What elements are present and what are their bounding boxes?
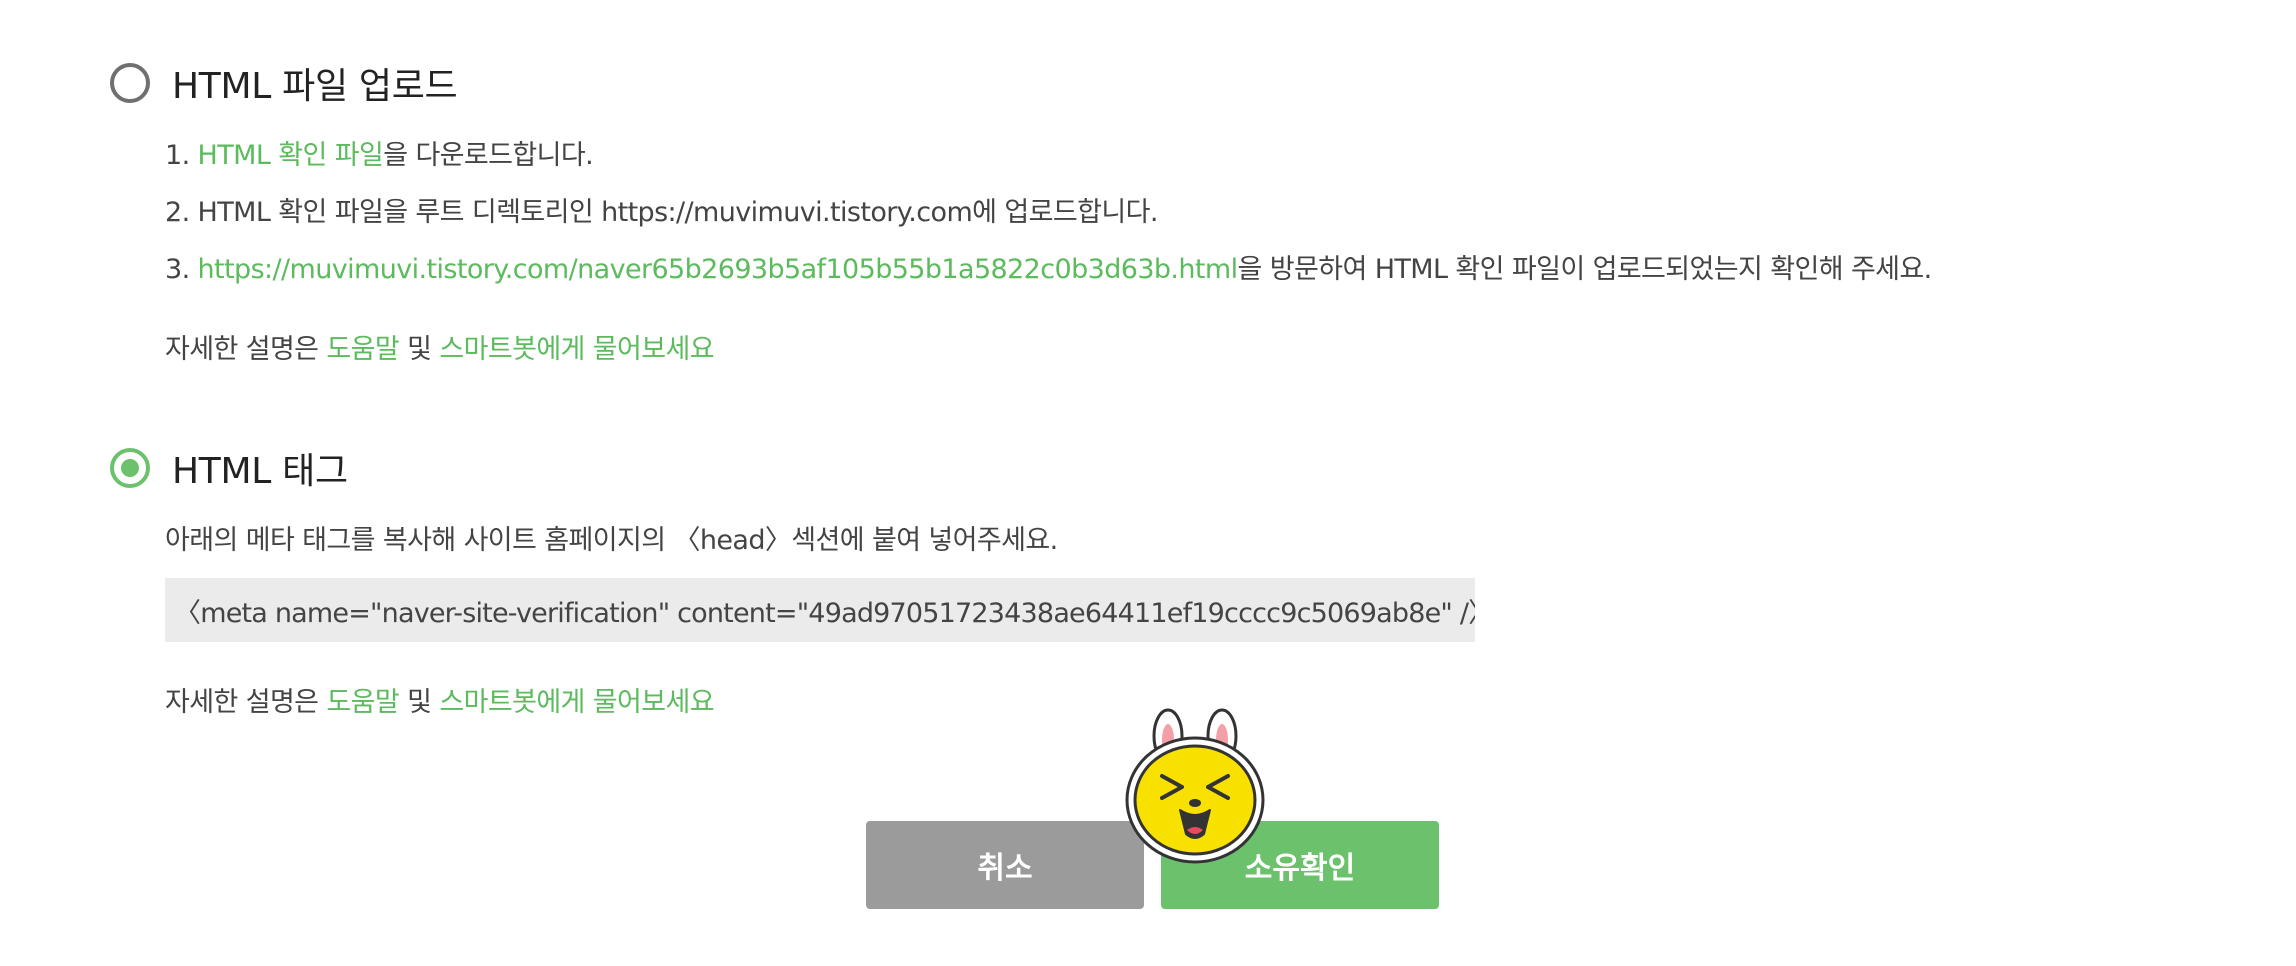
upload-step-3-prefix: 3. (165, 254, 198, 285)
tag-help-text: 자세한 설명은 도움말 및 스마트봇에게 물어보세요 (165, 680, 715, 719)
help-link[interactable]: 도움말 (326, 334, 399, 365)
upload-step-3: 3. https://muvimuvi.tistory.com/naver65b… (165, 247, 1932, 286)
meta-tag-instruction: 아래의 메타 태그를 복사해 사이트 홈페이지의 〈head〉섹션에 붙여 넣어… (165, 525, 1058, 556)
option-html-tag[interactable]: HTML 태그 (110, 442, 348, 494)
help-link[interactable]: 도움말 (326, 687, 399, 718)
upload-help-text: 자세한 설명은 도움말 및 스마트봇에게 물어보세요 (165, 327, 715, 366)
help-prefix: 자세한 설명은 (165, 687, 327, 718)
help-conjunction: 및 (399, 334, 440, 365)
upload-step-3-suffix: 을 방문하여 HTML 확인 파일이 업로드되었는지 확인해 주세요. (1237, 254, 1933, 285)
radio-selected-icon[interactable] (110, 448, 150, 488)
smartbot-link[interactable]: 스마트봇에게 물어보세요 (439, 687, 714, 718)
upload-step-1-prefix: 1. (165, 140, 198, 171)
help-conjunction: 및 (399, 687, 440, 718)
smartbot-link[interactable]: 스마트봇에게 물어보세요 (439, 334, 714, 365)
help-prefix: 자세한 설명은 (165, 334, 327, 365)
upload-step-1: 1. HTML 확인 파일을 다운로드합니다. (165, 133, 594, 172)
option-html-tag-title: HTML 태그 (172, 451, 348, 492)
meta-tag-code[interactable]: 〈meta name="naver-site-verification" con… (174, 591, 1475, 630)
option-html-file-upload-title: HTML 파일 업로드 (172, 66, 458, 107)
cancel-button[interactable]: 취소 (866, 821, 1144, 909)
option-html-file-upload[interactable]: HTML 파일 업로드 (110, 57, 458, 109)
upload-step-2: 2. HTML 확인 파일을 루트 디렉토리인 https://muvimuvi… (165, 197, 1158, 228)
rabbit-mascot-icon (1125, 708, 1265, 864)
verification-url-link[interactable]: https://muvimuvi.tistory.com/naver65b269… (198, 254, 1239, 285)
radio-unselected-icon[interactable] (110, 63, 150, 103)
meta-tag-code-box[interactable]: 〈meta name="naver-site-verification" con… (165, 578, 1475, 642)
upload-step-1-suffix: 을 다운로드합니다. (383, 140, 594, 171)
html-verification-file-link[interactable]: HTML 확인 파일 (198, 140, 384, 171)
